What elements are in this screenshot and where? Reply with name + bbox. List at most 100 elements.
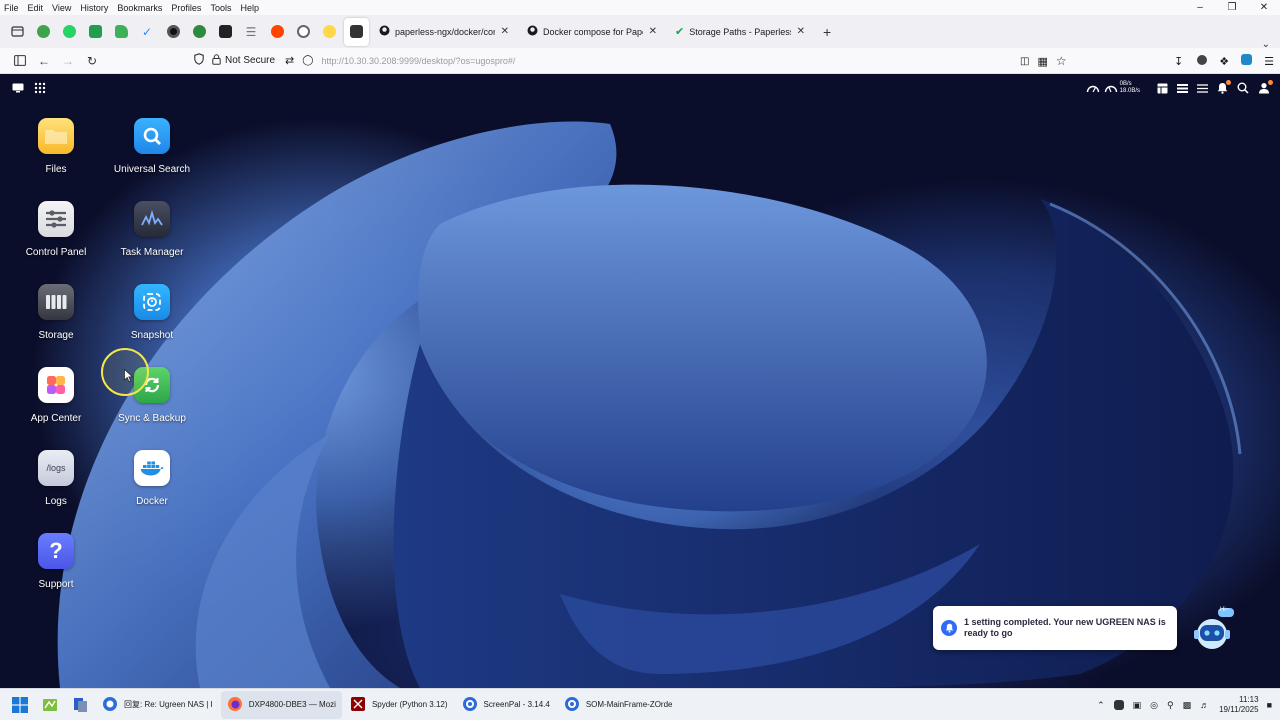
close-window-icon[interactable]: ✕ [1248, 0, 1280, 15]
yellow-app-icon[interactable] [319, 22, 339, 42]
chevron-up-icon[interactable]: ⌃ [1097, 700, 1105, 711]
notification-center-icon[interactable]: ■ [1267, 700, 1272, 710]
menu-profiles[interactable]: Profiles [171, 3, 201, 13]
tab-paperless-compose[interactable]: paperless-ngx/docker/compose ✕ [371, 18, 517, 46]
menu-edit[interactable]: Edit [28, 3, 44, 13]
key-icon[interactable]: ◯ [302, 55, 313, 66]
target-icon[interactable] [293, 22, 313, 42]
nas-topbar-right: 0B/s 18.0B/s [1077, 80, 1273, 95]
screenpal-icon [462, 696, 478, 714]
tracking-shield-icon[interactable] [194, 53, 204, 68]
app-logs[interactable]: /logs Logs [8, 450, 104, 507]
extensions-puzzle-icon[interactable]: ❖ [1219, 55, 1229, 68]
site-info[interactable]: Not Secure ⇄ ◯ [194, 53, 313, 68]
tray-app-icon[interactable] [1113, 700, 1124, 710]
menu-bookmarks[interactable]: Bookmarks [117, 3, 162, 13]
tab-close-icon[interactable]: ✕ [797, 26, 805, 37]
menu-file[interactable]: File [4, 3, 19, 13]
tab-docker-compose[interactable]: Docker compose for Paperless- ✕ [519, 18, 665, 46]
tab-active-nas[interactable] [344, 17, 369, 46]
bluesky-icon[interactable]: ✓ [137, 22, 157, 42]
start-button[interactable] [6, 691, 34, 719]
url-bar[interactable]: Not Secure ⇄ ◯ http://10.30.30.208:9999/… [194, 50, 1124, 72]
app-grid-icon[interactable] [34, 82, 46, 97]
new-tab-button[interactable]: + [823, 24, 831, 40]
menu-view[interactable]: View [52, 3, 71, 13]
taskbar-app-som-mainframe[interactable]: SOM-MainFrame-ZOrde [558, 691, 679, 719]
tab-overview-icon[interactable] [7, 22, 27, 42]
tab-close-icon[interactable]: ✕ [501, 26, 509, 37]
tray-monitor-icon[interactable]: ▣ [1133, 700, 1142, 711]
circle-app-icon[interactable] [163, 22, 183, 42]
user-account-icon[interactable] [1258, 80, 1273, 94]
app-menu-icon[interactable]: ☰ [1264, 55, 1274, 68]
clock[interactable]: 11:13 19/11/2025 [1219, 695, 1258, 715]
show-desktop-icon[interactable] [12, 82, 24, 97]
downloads-icon[interactable]: ↧ [1174, 55, 1183, 68]
minimize-icon[interactable]: – [1184, 0, 1216, 15]
restore-icon[interactable]: ❐ [1216, 0, 1248, 15]
translate-extension-icon[interactable] [1241, 54, 1253, 68]
pinned-app-icon[interactable] [36, 691, 64, 719]
taskbar-app-firefox[interactable]: DXP4800-DBE3 — Mozi [220, 690, 342, 719]
task-manager-icon [134, 201, 170, 237]
app-snapshot[interactable]: Snapshot [104, 284, 200, 341]
bookmark-star-icon[interactable]: ☆ [1056, 54, 1067, 68]
screenpal-icon [564, 696, 580, 714]
reload-button[interactable]: ↻ [80, 50, 104, 72]
back-button[interactable]: ← [32, 50, 56, 72]
pinned-tab-icon[interactable] [33, 22, 53, 42]
tab-close-icon[interactable]: ✕ [649, 26, 657, 37]
ram-gauge-icon[interactable] [1104, 82, 1118, 94]
robot-badge: Hi~ [1220, 607, 1230, 613]
sheets-icon[interactable] [85, 22, 105, 42]
mail-icon[interactable] [215, 22, 235, 42]
help-icon: ? [38, 533, 74, 569]
volume-icon[interactable]: ♬ [1200, 700, 1209, 710]
taskbar-app-screenpal[interactable]: ScreenPal - 3.14.4 [456, 691, 556, 719]
widgets-icon[interactable] [1157, 83, 1168, 94]
assistant-robot-icon[interactable]: Hi~ [1190, 606, 1236, 652]
pinned-app-icon[interactable] [66, 691, 94, 719]
menu-help[interactable]: Help [240, 3, 259, 13]
app-app-center[interactable]: App Center [8, 367, 104, 424]
app-docker[interactable]: Docker [104, 450, 200, 507]
permissions-icon[interactable]: ⇄ [285, 54, 294, 67]
taskbar-app-spyder[interactable]: Spyder (Python 3.12) [344, 691, 454, 719]
menu-history[interactable]: History [80, 3, 108, 13]
network-icon[interactable]: ▩ [1183, 700, 1192, 711]
sidebar-toggle-icon[interactable] [8, 50, 32, 72]
forward-button[interactable]: → [56, 50, 80, 72]
menu-tools[interactable]: Tools [210, 3, 231, 13]
qr-code-icon[interactable]: ▦ [1037, 55, 1047, 68]
app-task-manager[interactable]: Task Manager [104, 201, 200, 258]
setup-complete-notification[interactable]: 1 setting completed. Your new UGREEN NAS… [933, 606, 1177, 650]
green-dot-icon[interactable] [189, 22, 209, 42]
url-text[interactable]: http://10.30.30.208:9999/desktop/?os=ugo… [321, 56, 515, 66]
app-storage[interactable]: Storage [8, 284, 104, 341]
screenshot-icon[interactable]: ◫ [1020, 56, 1029, 67]
whatsapp-icon[interactable] [59, 22, 79, 42]
extension-x-icon[interactable] [1197, 54, 1208, 68]
search-icon[interactable] [1237, 82, 1249, 94]
evernote-icon[interactable] [111, 22, 131, 42]
app-support[interactable]: ? Support [8, 533, 104, 590]
folder-icon [38, 118, 74, 154]
taskbar-app-browser[interactable]: 回复: Re: Ugreen NAS | I [96, 691, 219, 719]
firefox-icon [227, 696, 243, 714]
tab-storage-paths[interactable]: ✔ Storage Paths - Paperless-ngx ✕ [667, 18, 813, 46]
cpu-gauge-icon[interactable] [1086, 82, 1100, 94]
settings-sliders-icon[interactable] [1197, 83, 1208, 94]
window-controls: – ❐ ✕ [1184, 0, 1280, 15]
stripes-icon[interactable]: ☰ [241, 22, 261, 42]
tray-globe-icon[interactable]: ◎ [1150, 700, 1158, 711]
app-universal-search[interactable]: Universal Search [104, 118, 200, 175]
microphone-icon[interactable]: ⚲ [1167, 700, 1174, 711]
task-list-icon[interactable] [1177, 83, 1188, 94]
notification-bell-icon[interactable] [1217, 80, 1231, 94]
reddit-icon[interactable] [267, 22, 287, 42]
nas-desktop: 0B/s 18.0B/s Files Universal Search Cont… [0, 74, 1280, 688]
app-files[interactable]: Files [8, 118, 104, 175]
browser-icon [102, 696, 118, 714]
app-control-panel[interactable]: Control Panel [8, 201, 104, 258]
